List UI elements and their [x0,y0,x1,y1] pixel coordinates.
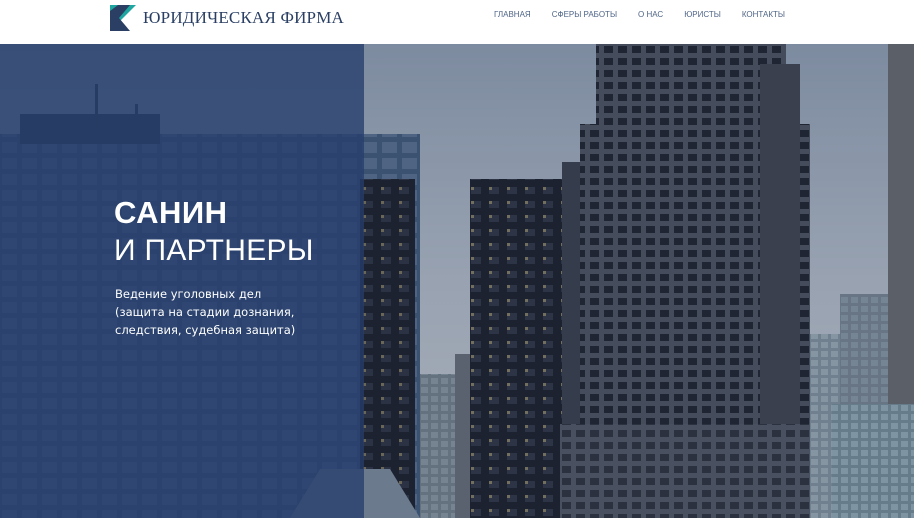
hero-title-line2: И ПАРТНЕРЫ [114,234,314,267]
logo-text: ЮРИДИЧЕСКАЯ ФИРМА [143,8,345,27]
hero-description: Ведение уголовных дел (защита на стадии … [115,285,345,339]
nav-item-practice-areas[interactable]: СФЕРЫ РАБОТЫ [552,10,617,20]
hero-description-line: следствия, судебная защита) [115,323,296,337]
nav-item-contacts[interactable]: КОНТАКТЫ [742,10,785,20]
hero-title: САНИН И ПАРТНЕРЫ [114,194,314,270]
logo-mark-icon [110,5,136,31]
nav-item-home[interactable]: ГЛАВНАЯ [494,10,531,20]
hero-description-line: (защита на стадии дознания, [115,305,295,319]
hero-banner: САНИН И ПАРТНЕРЫ Ведение уголовных дел (… [0,44,914,518]
site-header: ЮРИДИЧЕСКАЯ ФИРМА ГЛАВНАЯ СФЕРЫ РАБОТЫ О… [0,0,914,44]
nav-item-lawyers[interactable]: ЮРИСТЫ [684,10,721,20]
nav-item-about[interactable]: О НАС [638,10,663,20]
hero-title-line1: САНИН [114,195,228,230]
logo[interactable]: ЮРИДИЧЕСКАЯ ФИРМА [110,3,344,33]
hero-description-line: Ведение уголовных дел [115,287,262,301]
hero-overlay [0,44,364,518]
main-nav: ГЛАВНАЯ СФЕРЫ РАБОТЫ О НАС ЮРИСТЫ КОНТАК… [494,10,785,20]
